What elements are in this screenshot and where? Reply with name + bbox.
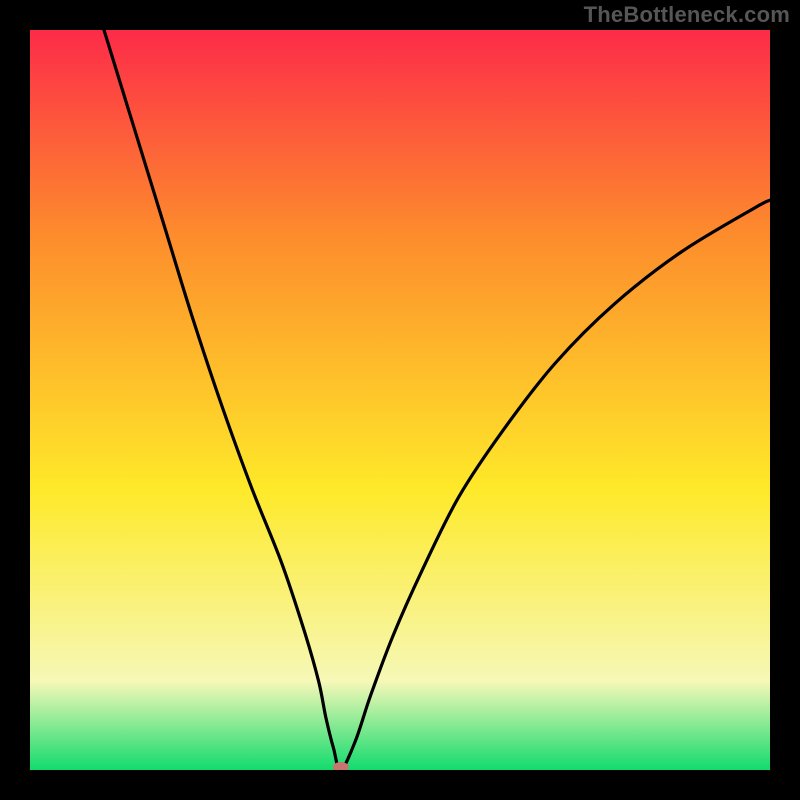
chart-frame: TheBottleneck.com bbox=[0, 0, 800, 800]
plot-area bbox=[30, 30, 770, 770]
gradient-background bbox=[30, 30, 770, 770]
attribution-text: TheBottleneck.com bbox=[584, 2, 790, 28]
bottleneck-chart bbox=[30, 30, 770, 770]
